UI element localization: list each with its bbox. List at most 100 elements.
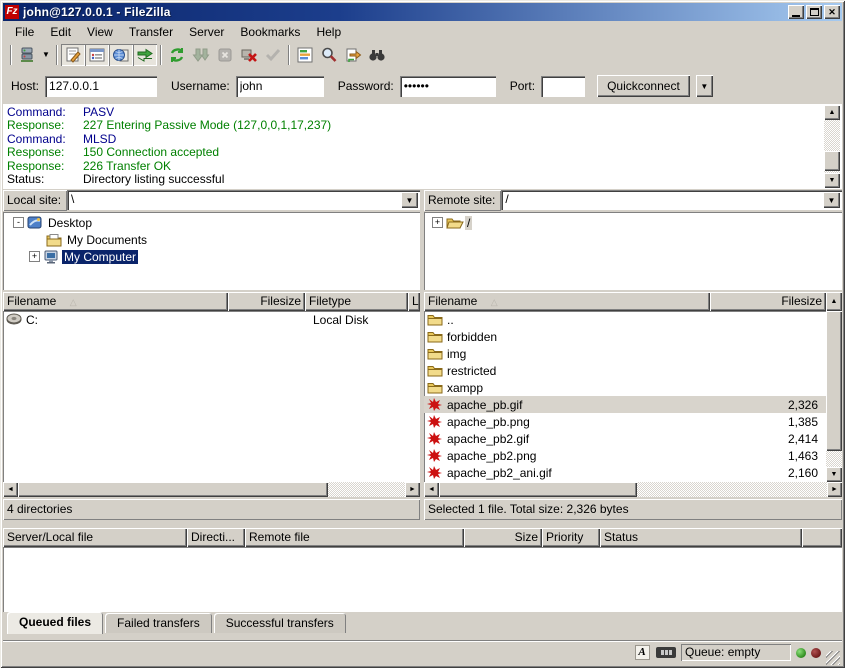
remote-file-row[interactable]: apache_pb2.gif 2,414	[424, 430, 826, 447]
titlebar[interactable]: Fz john@127.0.0.1 - FileZilla ✕	[3, 3, 842, 21]
menubar: File Edit View Transfer Server Bookmarks…	[3, 22, 842, 41]
remote-file-row[interactable]: apache_pb2.png 1,463	[424, 447, 826, 464]
local-column-filetype[interactable]: Filetype	[305, 292, 408, 311]
remote-site-combobox[interactable]: / ▼	[501, 190, 842, 210]
queue-list[interactable]	[3, 547, 842, 612]
local-file-row[interactable]: C: Local Disk	[3, 311, 420, 328]
menu-edit[interactable]: Edit	[42, 23, 79, 41]
remote-site-dropdown-button[interactable]: ▼	[823, 192, 840, 208]
local-site-dropdown-button[interactable]: ▼	[401, 192, 418, 208]
queue-column-status[interactable]: Status	[600, 528, 802, 547]
disconnect-button[interactable]	[237, 44, 261, 66]
cancel-operation-button[interactable]	[213, 44, 237, 66]
menu-file[interactable]: File	[7, 23, 42, 41]
remote-column-filename[interactable]: Filename △	[424, 292, 710, 311]
scrollbar-thumb[interactable]	[18, 482, 328, 497]
local-site-label: Local site:	[3, 190, 67, 211]
ascii-type-indicator[interactable]: A	[633, 645, 651, 661]
remote-file-row[interactable]: ..	[424, 311, 826, 328]
quickconnect-button[interactable]: Quickconnect	[597, 75, 690, 97]
scrollbar-thumb[interactable]	[826, 311, 842, 451]
tab-queued-files[interactable]: Queued files	[7, 612, 103, 634]
quickconnect-dropdown-button[interactable]: ▼	[696, 75, 713, 97]
toggle-local-tree-button[interactable]	[85, 44, 109, 66]
site-manager-dropdown-button[interactable]: ▼	[39, 44, 53, 66]
remote-file-row[interactable]: restricted	[424, 362, 826, 379]
scrollbar-thumb[interactable]	[439, 482, 637, 497]
filter-button[interactable]	[261, 44, 285, 66]
remote-file-row[interactable]: img	[424, 345, 826, 362]
remote-file-row[interactable]: apache_pb.png 1,385	[424, 413, 826, 430]
local-status-bar: 4 directories	[3, 499, 420, 520]
local-column-filesize[interactable]: Filesize	[228, 292, 305, 311]
menu-bookmarks[interactable]: Bookmarks	[232, 23, 308, 41]
menu-help[interactable]: Help	[308, 23, 349, 41]
host-input[interactable]	[45, 76, 157, 97]
process-queue-button[interactable]	[189, 44, 213, 66]
port-input[interactable]	[541, 76, 585, 97]
local-site-path: \	[67, 190, 401, 210]
directory-comparison-button[interactable]	[293, 44, 317, 66]
menu-transfer[interactable]: Transfer	[121, 23, 181, 41]
remote-file-row[interactable]: apache_pb2_ani.gif 2,160	[424, 464, 826, 481]
scroll-right-button[interactable]: ►	[405, 482, 420, 497]
resize-grip[interactable]	[826, 651, 840, 665]
refresh-button[interactable]	[165, 44, 189, 66]
scrollbar-thumb[interactable]	[824, 151, 840, 171]
tree-item-my-computer[interactable]: + My Computer	[3, 248, 420, 265]
queue-column-remote-file[interactable]: Remote file	[245, 528, 464, 547]
remote-vertical-scrollbar[interactable]: ▼	[826, 311, 842, 482]
toggle-message-log-button[interactable]	[61, 44, 85, 66]
local-column-filename[interactable]: Filename △	[3, 292, 228, 311]
site-manager-button[interactable]	[15, 44, 39, 66]
queue-column-server-local-file[interactable]: Server/Local file	[3, 528, 187, 547]
expand-icon[interactable]: +	[432, 217, 443, 228]
local-horizontal-scrollbar[interactable]: ◄ ►	[3, 482, 420, 497]
tab-successful-transfers[interactable]: Successful transfers	[214, 613, 346, 633]
connection-type-icon	[656, 647, 676, 658]
remote-column-filesize[interactable]: Filesize	[710, 292, 826, 311]
expand-icon[interactable]: +	[29, 251, 40, 262]
tree-item-root[interactable]: + /	[424, 214, 842, 231]
log-scrollbar[interactable]: ▲ ▼	[824, 105, 840, 188]
scroll-right-button[interactable]: ►	[827, 482, 842, 497]
scroll-left-button[interactable]: ◄	[424, 482, 439, 497]
remote-file-row[interactable]: xampp	[424, 379, 826, 396]
toggle-transfer-queue-button[interactable]	[133, 44, 157, 66]
find-files-button[interactable]	[365, 44, 389, 66]
message-log[interactable]: Command:PASV Response:227 Entering Passi…	[3, 104, 842, 189]
collapse-icon[interactable]: -	[13, 217, 24, 228]
scroll-up-button[interactable]: ▲	[824, 105, 840, 120]
maximize-button[interactable]	[806, 5, 822, 19]
toggle-remote-tree-button[interactable]	[109, 44, 133, 66]
remote-horizontal-scrollbar[interactable]: ◄ ►	[424, 482, 842, 497]
synchronized-browsing-button[interactable]	[317, 44, 341, 66]
username-input[interactable]	[236, 76, 324, 97]
remote-file-row-selected[interactable]: apache_pb.gif 2,326	[424, 396, 826, 413]
scroll-up-button[interactable]: ▲	[826, 292, 842, 311]
chevron-down-icon: ▼	[828, 196, 836, 205]
local-column-last-modified[interactable]: L	[408, 292, 420, 311]
tab-failed-transfers[interactable]: Failed transfers	[105, 613, 212, 633]
menu-view[interactable]: View	[79, 23, 121, 41]
minimize-button[interactable]	[788, 5, 804, 19]
queue-column-priority[interactable]: Priority	[542, 528, 600, 547]
image-file-icon	[427, 432, 443, 445]
remote-file-row[interactable]: forbidden	[424, 328, 826, 345]
sync-arrows-icon	[344, 46, 362, 64]
menu-server[interactable]: Server	[181, 23, 232, 41]
tree-item-desktop[interactable]: - Desktop	[3, 214, 420, 231]
local-site-combobox[interactable]: \ ▼	[67, 190, 420, 210]
password-input[interactable]	[400, 76, 496, 97]
scroll-down-button[interactable]: ▼	[826, 467, 842, 482]
toolbar-separator	[10, 45, 12, 65]
scroll-down-button[interactable]: ▼	[824, 173, 840, 188]
close-button[interactable]: ✕	[824, 5, 840, 19]
local-tree: - Desktop My Documents + My Computer	[3, 212, 420, 290]
file-search-button[interactable]	[341, 44, 365, 66]
queue-column-size[interactable]: Size	[464, 528, 542, 547]
scroll-left-button[interactable]: ◄	[3, 482, 18, 497]
queue-column-direction[interactable]: Directi...	[187, 528, 245, 547]
remote-site-row: Remote site: / ▼	[424, 190, 842, 211]
tree-item-my-documents[interactable]: My Documents	[3, 231, 420, 248]
